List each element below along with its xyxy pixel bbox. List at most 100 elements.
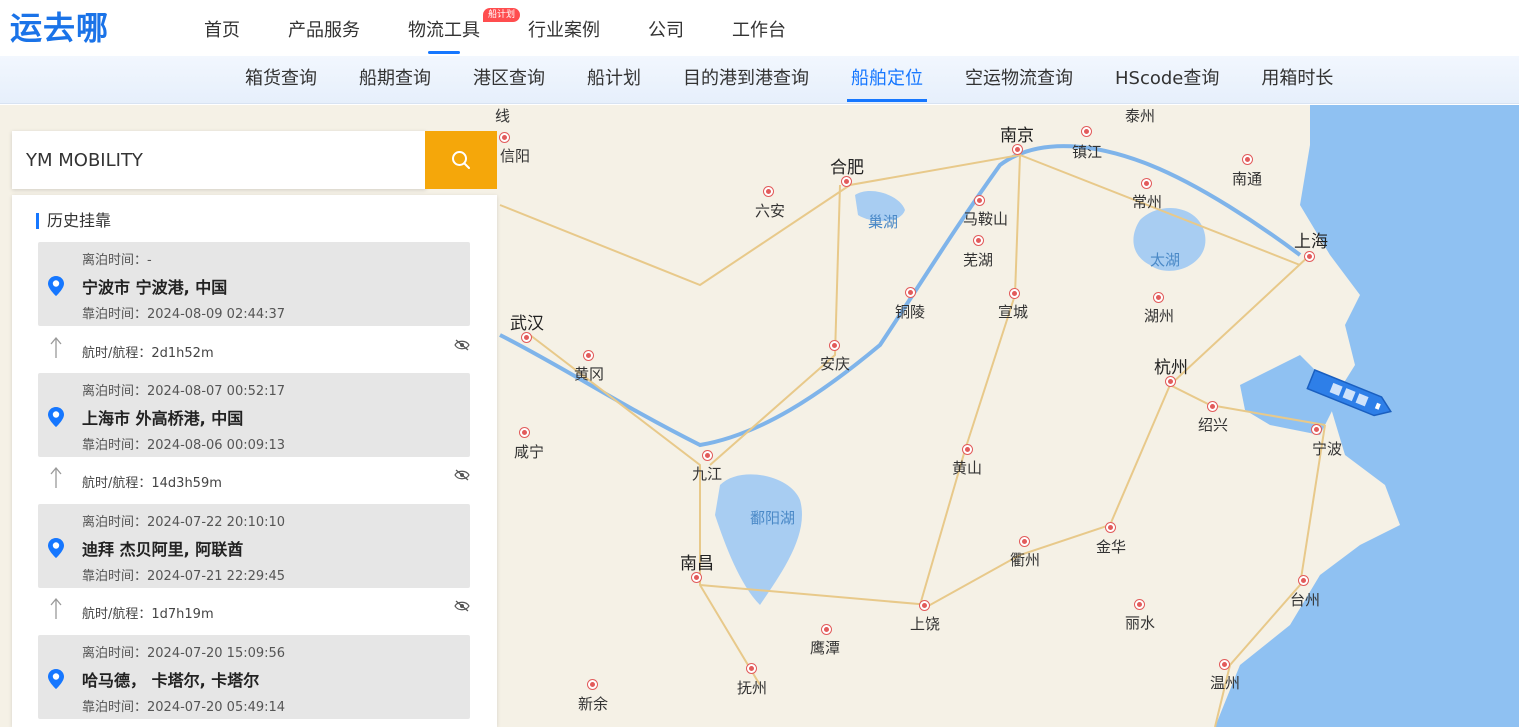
map-city-label: 芜湖 [963, 251, 994, 269]
city-dot [1135, 600, 1144, 609]
map-city-label: 合肥 [830, 158, 864, 178]
city-dot [1243, 155, 1252, 164]
map-city-label: 湖州 [1144, 307, 1175, 325]
nav-label: 物流工具 [408, 20, 480, 41]
map-city-label: 镇江 [1072, 143, 1103, 161]
nav-label: 首页 [204, 20, 240, 41]
city-dot [974, 236, 983, 245]
map-city-label: 咸宁 [514, 443, 545, 461]
city-dot [842, 177, 851, 186]
city-dot [830, 341, 839, 350]
map-city-label: 安庆 [820, 355, 851, 373]
city-dot [1020, 537, 1029, 546]
city-dot [588, 680, 597, 689]
nav-workspace[interactable]: 工作台 [732, 0, 786, 56]
tab-container-query[interactable]: 箱货查询 [245, 56, 317, 104]
map-city-label: 常州 [1132, 193, 1163, 211]
city-dot [1208, 402, 1217, 411]
nav-home[interactable]: 首页 [204, 0, 240, 56]
vessel-search-box [12, 131, 426, 189]
city-dot [1010, 289, 1019, 298]
depart-time: 离泊时间：- [82, 253, 152, 268]
map-city-label: 南昌 [680, 554, 714, 574]
highway [709, 184, 841, 466]
eye-off-icon[interactable] [454, 469, 470, 481]
map-lake-label: 鄱阳湖 [750, 509, 796, 527]
map-city-label: 温州 [1210, 674, 1241, 692]
port-call-card[interactable]: 离泊时间：2024-07-22 20:10:10 迪拜 杰贝阿里, 阿联酋 靠泊… [38, 504, 470, 588]
port-call-card[interactable]: 离泊时间：- 宁波市 宁波港, 中国 靠泊时间：2024-08-09 02:44… [38, 242, 470, 326]
arrive-time: 靠泊时间：2024-08-09 02:44:37 [82, 307, 286, 322]
map-city-label: 泰州 [1125, 107, 1156, 125]
tab-hscode-query[interactable]: HScode查询 [1115, 56, 1219, 104]
nav-company[interactable]: 公司 [648, 0, 684, 56]
top-header: 运去哪 首页 产品服务 物流工具 船计划 行业案例 公司 工作台 [0, 0, 1519, 56]
city-dot [822, 625, 831, 634]
map-city-label: 衢州 [1010, 551, 1041, 569]
yangtze-river [499, 144, 1302, 448]
location-pin-icon [48, 538, 64, 558]
tools-subnav: 箱货查询 船期查询 港区查询 船计划 目的港到港查询 船舶定位 空运物流查询 H… [0, 56, 1519, 104]
city-dot [1013, 145, 1022, 154]
city-dot [1106, 523, 1115, 532]
map-city-label: 丽水 [1125, 614, 1156, 632]
tab-container-duration[interactable]: 用箱时长 [1261, 56, 1333, 104]
search-button[interactable] [425, 131, 497, 189]
map-city-label: 宁波 [1312, 440, 1343, 458]
new-badge: 船计划 [482, 8, 520, 22]
map-city-label: 六安 [755, 202, 786, 220]
city-dot [1154, 293, 1163, 302]
map-city-label: 杭州 [1154, 358, 1188, 378]
tab-schedule-query[interactable]: 船期查询 [359, 56, 431, 104]
nav-logistics-tools[interactable]: 物流工具 船计划 [408, 0, 520, 56]
eye-off-icon[interactable] [454, 600, 470, 612]
voyage-duration: 航时/航程：2d1h52m [82, 346, 214, 361]
tab-air-query[interactable]: 空运物流查询 [965, 56, 1073, 104]
city-dot [1220, 660, 1229, 669]
map-road-label: 线 [495, 107, 511, 125]
city-dot [692, 573, 701, 582]
map-city-label: 上海 [1294, 232, 1328, 252]
voyage-row: 航时/航程：2d1h52m [38, 335, 470, 365]
logo[interactable]: 运去哪 [10, 8, 109, 48]
map-city-label: 绍兴 [1198, 416, 1229, 434]
tab-arrival-query[interactable]: 目的港到港查询 [683, 56, 809, 104]
city-dot [500, 133, 509, 142]
city-dot [975, 196, 984, 205]
main-nav: 首页 产品服务 物流工具 船计划 行业案例 公司 工作台 [204, 0, 834, 56]
port-name: 迪拜 杰贝阿里, 阿联酋 [82, 540, 244, 559]
city-dot [1166, 377, 1175, 386]
map-city-label: 台州 [1290, 591, 1321, 609]
city-dot [747, 664, 756, 673]
port-call-card[interactable]: 离泊时间：2024-07-20 15:09:56 哈马德， 卡塔尔, 卡塔尔 靠… [38, 635, 470, 719]
tab-terminal-query[interactable]: 港区查询 [473, 56, 545, 104]
vessel-search-input[interactable] [12, 131, 426, 189]
eye-off-icon[interactable] [454, 339, 470, 351]
map-city-label: 新余 [578, 695, 609, 713]
port-call-card[interactable]: 离泊时间：2024-08-07 00:52:17 上海市 外高桥港, 中国 靠泊… [38, 373, 470, 457]
tab-vessel-plan[interactable]: 船计划 [587, 56, 641, 104]
map-lake-label: 巢湖 [868, 213, 899, 231]
depart-time: 离泊时间：2024-07-22 20:10:10 [82, 515, 286, 530]
voyage-row: 航时/航程：1d7h19m [38, 596, 470, 626]
depart-time: 离泊时间：2024-08-07 00:52:17 [82, 384, 286, 399]
map-city-label: 黄冈 [574, 365, 605, 383]
voyage-row: 航时/航程：14d3h59m [38, 465, 470, 495]
location-pin-icon [48, 407, 64, 427]
city-dot [1312, 425, 1321, 434]
tab-vessel-tracking[interactable]: 船舶定位 [847, 56, 927, 104]
nav-cases[interactable]: 行业案例 [528, 0, 600, 56]
arrow-up-icon [50, 598, 62, 619]
location-pin-icon [48, 669, 64, 689]
history-title: 历史挂靠 [36, 213, 111, 229]
map-city-label: 宣城 [998, 303, 1029, 321]
map-city-label: 南京 [1000, 126, 1034, 146]
map-city-label: 马鞍山 [963, 210, 1009, 228]
map-city-label: 南通 [1232, 170, 1263, 188]
nav-label: 行业案例 [528, 20, 600, 41]
city-dot [1082, 127, 1091, 136]
map-city-label: 抚州 [737, 679, 768, 697]
arrive-time: 靠泊时间：2024-08-06 00:09:13 [82, 438, 286, 453]
map-lake-label: 太湖 [1150, 251, 1181, 269]
nav-products[interactable]: 产品服务 [288, 0, 360, 56]
